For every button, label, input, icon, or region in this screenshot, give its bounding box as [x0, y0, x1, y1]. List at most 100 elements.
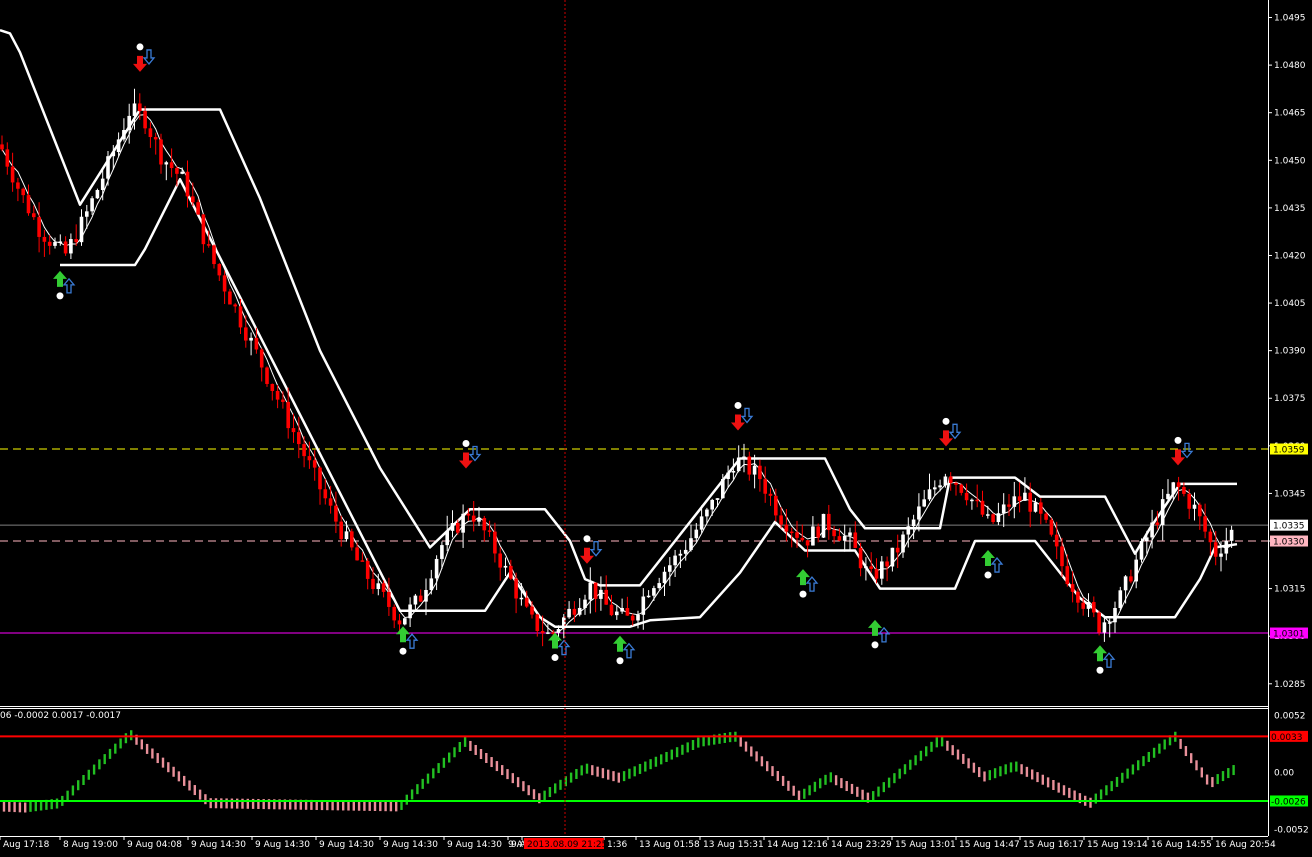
candle-body	[312, 460, 317, 468]
candle-body	[779, 515, 783, 525]
candle-body	[74, 239, 78, 243]
candle-body	[842, 535, 847, 541]
x-tick-label: 9 Aug 14:30	[319, 840, 374, 850]
candle-body	[376, 583, 381, 590]
candle-body	[159, 139, 163, 165]
candle-body	[450, 523, 455, 531]
candle-body	[869, 566, 873, 569]
candle-body	[69, 239, 73, 254]
cursor-time-label: 2013.08.09 21:25	[527, 840, 607, 850]
candle-body	[482, 518, 487, 531]
candle-body	[106, 156, 110, 179]
candle-body	[789, 531, 794, 534]
candle-body	[63, 241, 68, 254]
candle-body	[678, 553, 683, 556]
signal-dot	[616, 657, 624, 665]
candle-body	[1219, 553, 1223, 557]
candle-body	[715, 498, 720, 500]
candle-body	[970, 499, 974, 502]
candle-body	[784, 524, 789, 532]
candle-body	[1176, 482, 1181, 487]
candle-body	[1097, 612, 1101, 633]
candle-body	[418, 595, 423, 602]
candle-body	[583, 599, 587, 608]
candle-body	[79, 216, 84, 243]
signal-dot	[551, 654, 559, 662]
candle-body	[604, 589, 608, 605]
candle-body	[381, 583, 386, 592]
candle-body	[456, 523, 460, 533]
candle-body	[980, 500, 985, 515]
chart-window[interactable]: 1.0495 1.0480 1.0465 1.0450 1.0435 1.0420 1.04…	[0, 0, 1312, 853]
candle-body	[816, 526, 820, 538]
candle-body	[954, 482, 958, 485]
level-label: 1.0359	[1273, 446, 1305, 456]
candle-body	[699, 516, 704, 530]
level-label: 1.0301	[1273, 630, 1305, 640]
candle-body	[503, 565, 508, 568]
x-tick-label: 15 Aug 16:17	[1023, 840, 1084, 850]
candle-body	[689, 538, 693, 550]
x-tick-label: 9 Aug 04:08	[127, 840, 182, 850]
osc-level-label: -0.0026	[1271, 797, 1306, 807]
candle-body	[710, 499, 714, 510]
candle-body	[763, 479, 767, 494]
signal-dot	[583, 535, 591, 543]
price-chart[interactable]: 1.0495 1.0480 1.0465 1.0450 1.0435 1.0420 1.04…	[0, 0, 1312, 853]
x-tick-label: 15 Aug 19:14	[1087, 840, 1148, 850]
candle-body	[424, 589, 428, 602]
candle-body	[927, 489, 932, 500]
candle-body	[874, 568, 879, 579]
candle-body	[387, 591, 391, 607]
candle-body	[10, 166, 15, 183]
candle-body	[318, 467, 322, 490]
candle-body	[964, 492, 969, 501]
candle-body	[1150, 522, 1154, 538]
candle-body	[1017, 496, 1022, 501]
candle-body	[821, 513, 826, 538]
candle-body	[530, 606, 534, 615]
signal-dot	[871, 641, 879, 649]
y-tick-label: 1.0420	[1274, 251, 1306, 261]
candle-body	[758, 465, 762, 480]
candle-body	[519, 597, 524, 600]
candle-body	[731, 470, 736, 473]
candle-body	[805, 540, 810, 546]
candle-body	[371, 578, 375, 590]
candle-body	[281, 399, 285, 402]
candle-body	[212, 245, 216, 265]
candle-body	[933, 487, 937, 490]
candle-body	[143, 111, 147, 129]
candle-body	[1224, 540, 1229, 554]
candle-body	[917, 506, 921, 520]
signal-dot	[56, 292, 64, 300]
candle-body	[832, 530, 836, 537]
candle-body	[1203, 516, 1207, 532]
x-tick-label: 9 Aug 14:30	[383, 840, 438, 850]
y-tick-label: 1.0465	[1274, 109, 1306, 119]
candle-body	[477, 518, 481, 522]
candle-body	[217, 264, 222, 276]
x-tick-label: 9 Aug 14:30	[191, 840, 246, 850]
candle-body	[800, 537, 805, 541]
candle-body	[1001, 504, 1006, 514]
candle-body	[1118, 590, 1123, 608]
candle-body	[726, 472, 730, 480]
candle-body	[1092, 602, 1096, 613]
y-tick-label: 1.0285	[1274, 680, 1306, 690]
candle-body	[556, 629, 561, 633]
candle-body	[191, 196, 195, 203]
x-tick-label: 9 Aug 14:30	[447, 840, 502, 850]
candle-body	[948, 476, 953, 483]
candle-body	[811, 526, 815, 546]
osc-y-tick-label: 0.00	[1274, 769, 1294, 779]
candle-body	[683, 549, 688, 554]
candle-body	[493, 531, 497, 554]
level-label: 1.0330	[1273, 538, 1305, 548]
candle-body	[169, 162, 174, 169]
candle-body	[646, 595, 651, 598]
candle-body	[254, 337, 259, 350]
candle-body	[16, 182, 20, 189]
candle-body	[752, 465, 757, 475]
candle-body	[996, 513, 1001, 523]
